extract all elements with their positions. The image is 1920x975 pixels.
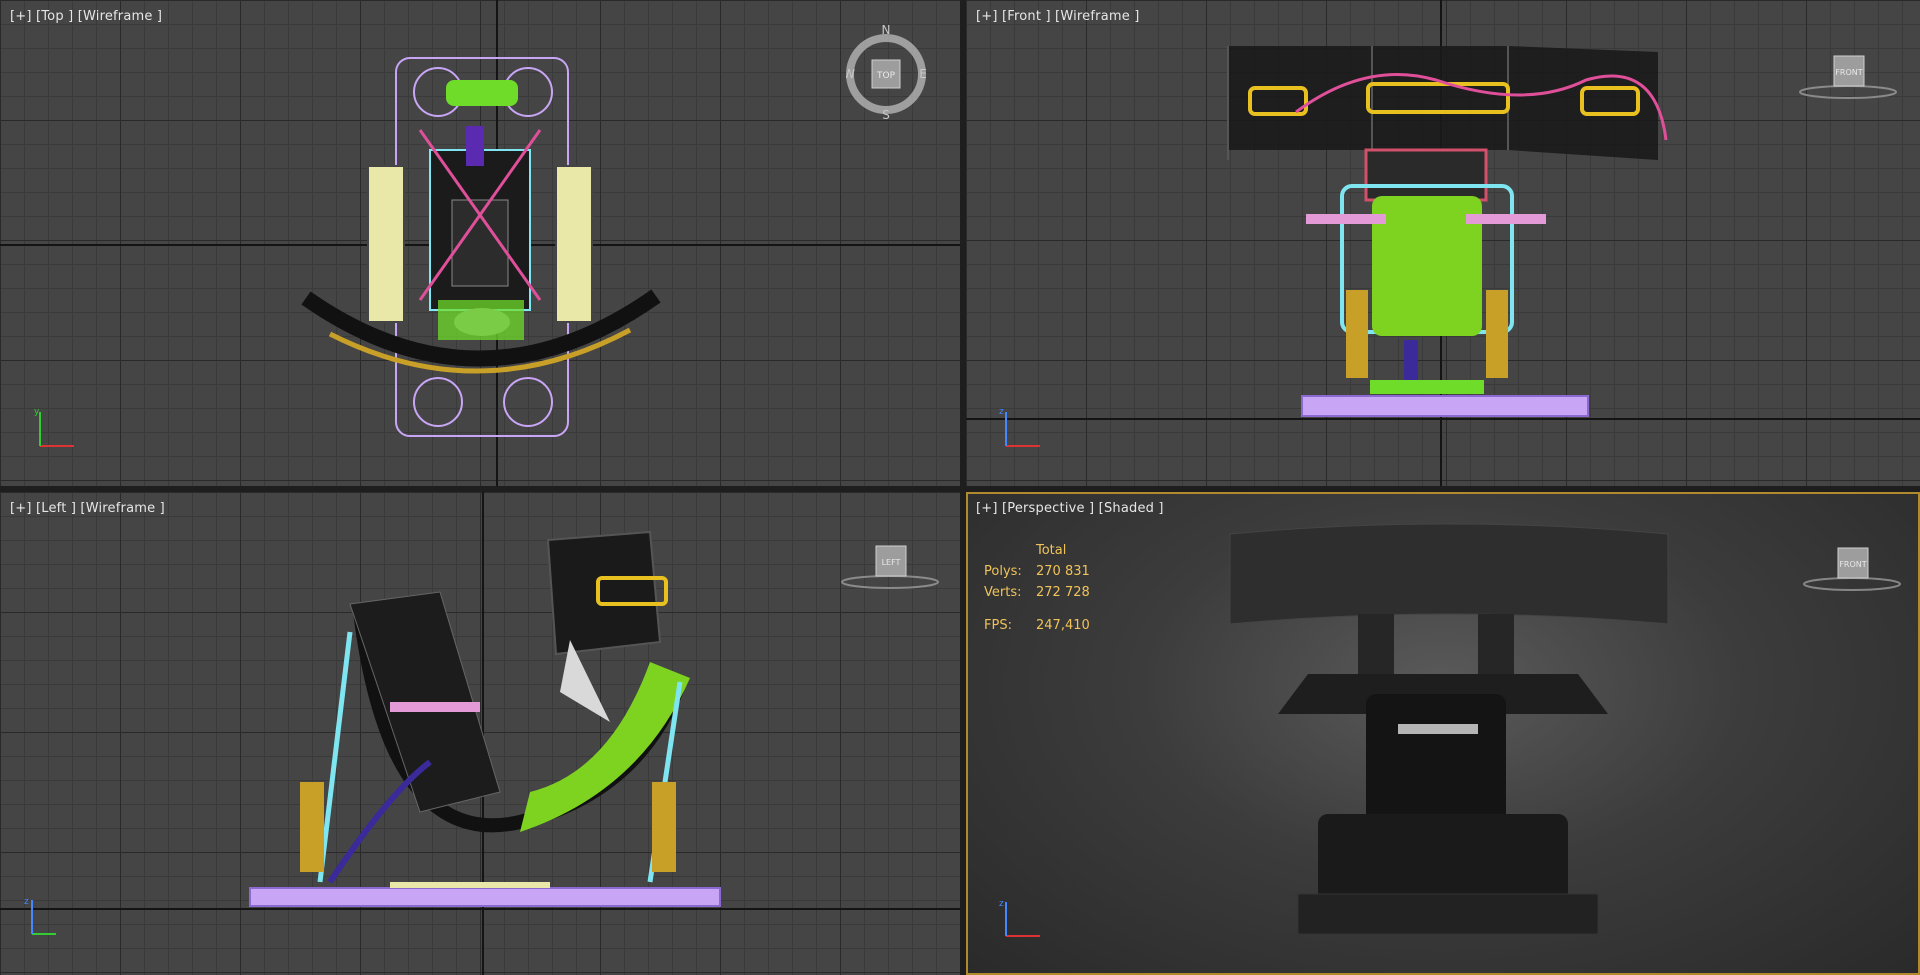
viewport-top[interactable]: TOP N S E W y [+] [Top ] [Wireframe ] bbox=[0, 0, 960, 486]
viewcube[interactable]: FRONT bbox=[1798, 50, 1898, 100]
axis-y-label: y bbox=[34, 407, 40, 417]
stats-fps-value: 247,410 bbox=[1036, 618, 1090, 633]
axis-z-label: z bbox=[999, 899, 1004, 909]
axis-gizmo: z bbox=[999, 899, 1040, 937]
compass-north-label: N bbox=[882, 24, 891, 37]
stats-fps-row: FPS: 247,410 bbox=[984, 615, 1090, 636]
viewport-label-left[interactable]: [+] [Left ] [Wireframe ] bbox=[10, 501, 165, 516]
stats-polys-value: 270 831 bbox=[1036, 564, 1090, 579]
viewport-label-perspective[interactable]: [+] [Perspective ] [Shaded ] bbox=[976, 501, 1164, 516]
viewport-perspective[interactable]: Total Polys: 270 831 Verts: 272 728 FPS:… bbox=[966, 492, 1920, 975]
viewcube[interactable]: LEFT bbox=[840, 540, 940, 590]
stats-verts-label: Verts: bbox=[984, 585, 1022, 600]
viewport-label-top[interactable]: [+] [Top ] [Wireframe ] bbox=[10, 9, 162, 24]
left-wireframe-model[interactable] bbox=[0, 492, 960, 975]
stats-polys-label: Polys: bbox=[984, 564, 1022, 579]
viewcube[interactable]: FRONT bbox=[1802, 542, 1902, 592]
viewport-label-front[interactable]: [+] [Front ] [Wireframe ] bbox=[976, 9, 1140, 24]
viewport-left[interactable]: LEFT z [+] [Left ] [Wireframe ] bbox=[0, 492, 960, 975]
stats-header: Total bbox=[1036, 543, 1067, 558]
viewport-front[interactable]: FRONT z [+] [Front ] [Wireframe ] bbox=[966, 0, 1920, 486]
stats-verts-row: Verts: 272 728 bbox=[984, 582, 1090, 603]
axis-z-label: z bbox=[999, 407, 1004, 417]
stats-verts-value: 272 728 bbox=[1036, 585, 1090, 600]
stats-fps-label: FPS: bbox=[984, 618, 1012, 633]
axis-gizmo: z bbox=[24, 897, 56, 935]
compass-west-label: W bbox=[846, 67, 855, 81]
top-wireframe-model[interactable] bbox=[0, 0, 960, 486]
viewcube-face-label: FRONT bbox=[1839, 560, 1866, 569]
viewcube-face-label: LEFT bbox=[882, 558, 901, 567]
perspective-shaded-model[interactable] bbox=[968, 494, 1918, 973]
stats-polys-row: Polys: 270 831 bbox=[984, 561, 1090, 582]
viewcube-compass[interactable]: TOP N S E W bbox=[846, 24, 926, 120]
viewcube-face-label: TOP bbox=[876, 71, 896, 81]
axis-gizmo: y bbox=[34, 407, 74, 447]
front-wireframe-model[interactable] bbox=[966, 0, 1920, 486]
axis-gizmo: z bbox=[999, 407, 1040, 447]
compass-east-label: E bbox=[919, 67, 926, 81]
viewcube-face-label: FRONT bbox=[1835, 68, 1862, 77]
compass-south-label: S bbox=[882, 108, 890, 120]
axis-z-label: z bbox=[24, 897, 29, 907]
statistics-overlay: Total Polys: 270 831 Verts: 272 728 FPS:… bbox=[984, 540, 1090, 636]
